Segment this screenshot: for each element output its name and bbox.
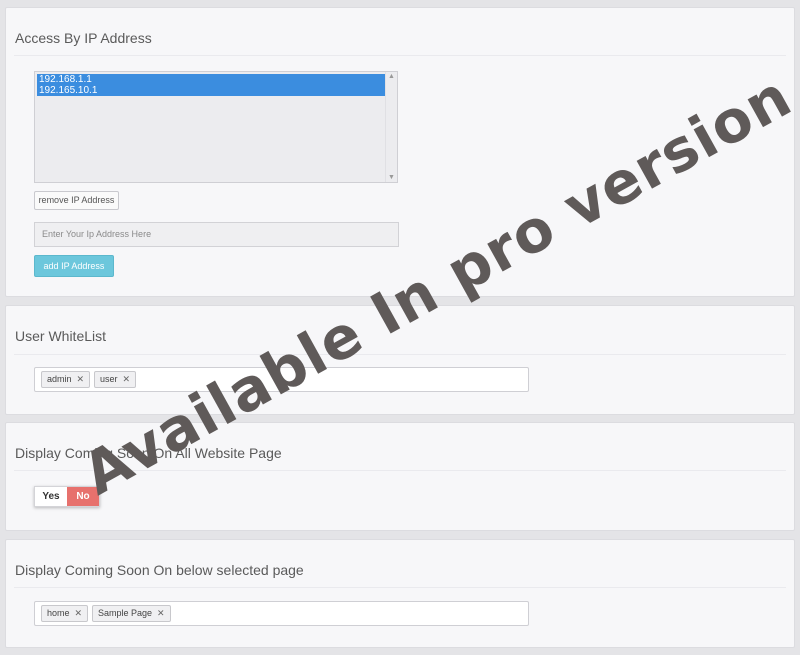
- display-all-panel: Display Coming Soon On All Website Page …: [5, 422, 795, 531]
- tag-label: admin: [47, 374, 72, 384]
- close-icon[interactable]: ✕: [157, 608, 165, 618]
- panel-title: Display Coming Soon On below selected pa…: [15, 562, 304, 578]
- chevron-up-icon[interactable]: ▲: [388, 73, 395, 80]
- tag-home: home ✕: [41, 605, 89, 622]
- panel-title: User WhiteList: [15, 328, 107, 344]
- close-icon[interactable]: ✕: [77, 374, 85, 384]
- tag-sample-page: Sample Page ✕: [92, 605, 171, 622]
- listbox-scrollbar[interactable]: ▲ ▼: [385, 72, 397, 182]
- panel-title: Display Coming Soon On All Website Page: [15, 445, 282, 461]
- close-icon[interactable]: ✕: [75, 608, 83, 618]
- divider: [14, 354, 786, 355]
- tag-admin: admin ✕: [41, 371, 91, 388]
- access-ip-panel: Access By IP Address 192.168.1.1 192.165…: [5, 7, 795, 297]
- ip-address-listbox[interactable]: 192.168.1.1 192.165.10.1 ▲ ▼: [34, 71, 398, 183]
- close-icon[interactable]: ✕: [123, 374, 131, 384]
- display-all-toggle[interactable]: Yes No: [34, 486, 100, 507]
- panel-title: Access By IP Address: [15, 30, 152, 46]
- tag-label: home: [47, 608, 70, 618]
- toggle-no-option[interactable]: No: [67, 487, 99, 506]
- divider: [14, 470, 786, 471]
- toggle-yes-option[interactable]: Yes: [35, 487, 67, 506]
- add-ip-button[interactable]: add IP Address: [34, 255, 114, 277]
- ip-list-item[interactable]: 192.165.10.1: [37, 85, 386, 96]
- user-whitelist-tag-input[interactable]: admin ✕ user ✕: [34, 367, 529, 392]
- selected-pages-tag-input[interactable]: home ✕ Sample Page ✕: [34, 601, 529, 626]
- tag-label: Sample Page: [98, 608, 153, 618]
- tag-label: user: [100, 374, 118, 384]
- chevron-down-icon[interactable]: ▼: [388, 174, 395, 181]
- display-selected-panel: Display Coming Soon On below selected pa…: [5, 539, 795, 648]
- remove-ip-button[interactable]: remove IP Address: [34, 191, 119, 210]
- divider: [14, 55, 786, 56]
- ip-address-input[interactable]: Enter Your Ip Address Here: [34, 222, 399, 247]
- ip-list-item[interactable]: 192.168.1.1: [37, 74, 386, 85]
- user-whitelist-panel: User WhiteList admin ✕ user ✕: [5, 305, 795, 415]
- divider: [14, 587, 786, 588]
- tag-user: user ✕: [94, 371, 137, 388]
